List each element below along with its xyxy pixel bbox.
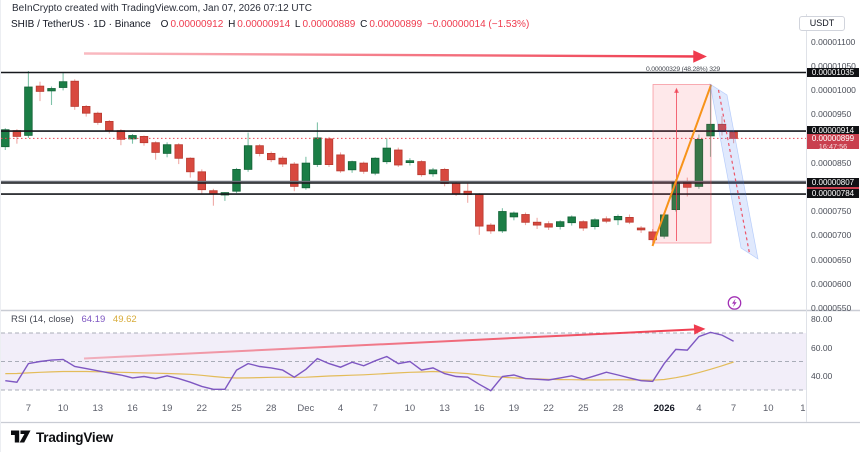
projection-channel[interactable] (710, 84, 758, 259)
rsi-legend[interactable]: RSI (14, close) 64.19 49.62 (11, 314, 137, 325)
price-axis-label: 0.0000700 (811, 230, 851, 240)
change-value: −0.00000014 (−1.53%) (427, 19, 529, 30)
time-axis-label: 28 (257, 403, 285, 414)
time-axis-label: 25 (569, 403, 597, 414)
rsi-value: 64.19 (81, 314, 105, 325)
time-axis-label: 25 (223, 403, 251, 414)
rsi-axis-label: 60.00 (811, 343, 832, 353)
ohlc-high-value: 0.00000914 (237, 19, 290, 30)
last-price-tag: 0.0000089916:47:56 (807, 134, 859, 149)
time-axis-label: 4 (685, 403, 713, 414)
time-axis-label: 7 (14, 403, 42, 414)
candlestick-series (2, 71, 738, 244)
price-level-tag: 0.00000784 (807, 189, 859, 198)
time-axis-label: 10 (49, 403, 77, 414)
price-level-tag: 0.00001035 (807, 68, 859, 77)
time-axis-label: 19 (500, 403, 528, 414)
time-axis-label: 16 (118, 403, 146, 414)
symbol-meta: SHIB / TetherUS · 1D · Binance (11, 19, 151, 30)
price-axis-label: 0.0000950 (811, 109, 851, 119)
price-axis[interactable]: 0.000011000.000010500.000010000.00009500… (806, 0, 860, 452)
tradingview-logo-icon[interactable] (11, 429, 31, 445)
rsi-ma-value: 49.62 (113, 314, 137, 325)
rsi-params: (14, close) (29, 314, 73, 325)
time-axis-label: 4 (327, 403, 355, 414)
time-axis-label: 10 (396, 403, 424, 414)
time-axis-label: 22 (188, 403, 216, 414)
symbol-legend[interactable]: SHIB / TetherUS · 1D · Binance O0.000009… (11, 19, 531, 30)
time-axis-label: 1 (789, 403, 817, 414)
ohlc-open-label: O (161, 19, 169, 30)
ohlc-close-label: C (360, 19, 367, 30)
trend-arrow-main[interactable] (84, 54, 704, 57)
time-axis-label: 7 (720, 403, 748, 414)
attribution-text: BeInCrypto created with TradingView.com,… (12, 3, 312, 14)
tradingview-chart-window: BeInCrypto created with TradingView.com,… (0, 0, 860, 452)
price-axis-label: 0.00001100 (811, 37, 855, 47)
flash-icon[interactable] (728, 297, 740, 309)
price-axis-label: 0.0000550 (811, 303, 851, 313)
footer: TradingView (11, 427, 113, 447)
price-range-label: 0.00000329 (48.28%) 329 (646, 66, 720, 73)
chart-canvas[interactable] (1, 0, 860, 452)
price-axis-label: 0.0000850 (811, 158, 851, 168)
ohlc-open-value: 0.00000912 (170, 19, 223, 30)
time-axis-label: 13 (84, 403, 112, 414)
bar-countdown: 16:47:56 (807, 144, 859, 151)
time-axis-label: 10 (754, 403, 782, 414)
time-axis-label: Dec (292, 403, 320, 414)
time-axis-label: 7 (361, 403, 389, 414)
price-axis-label: 0.0000650 (811, 255, 851, 265)
rsi-axis-label: 40.00 (811, 371, 832, 381)
time-axis[interactable]: 710131619222528Dec4710131619222528202647… (1, 399, 860, 419)
attribution-bar: BeInCrypto created with TradingView.com,… (12, 3, 312, 14)
price-axis-label: 0.0000750 (811, 206, 851, 216)
ohlc-low-value: 0.00000889 (302, 19, 355, 30)
time-axis-label: 16 (465, 403, 493, 414)
rsi-band (1, 333, 806, 390)
price-axis-label: 0.00001000 (811, 85, 856, 95)
currency-toggle-button[interactable]: USDT (799, 16, 845, 31)
time-axis-label: 2026 (650, 403, 678, 414)
price-axis-label: 0.0000600 (811, 279, 851, 289)
rsi-title: RSI (11, 314, 27, 325)
time-axis-label: 13 (431, 403, 459, 414)
price-level-tag: 0.00000807 (807, 178, 859, 187)
time-axis-label: 28 (604, 403, 632, 414)
ohlc-high-label: H (228, 19, 235, 30)
ohlc-close-value: 0.00000899 (369, 19, 422, 30)
time-axis-label: 19 (153, 403, 181, 414)
time-axis-label: 22 (535, 403, 563, 414)
ohlc-low-label: L (295, 19, 301, 30)
rsi-axis-label: 80.00 (811, 314, 832, 324)
tradingview-brand-text[interactable]: TradingView (36, 430, 113, 445)
